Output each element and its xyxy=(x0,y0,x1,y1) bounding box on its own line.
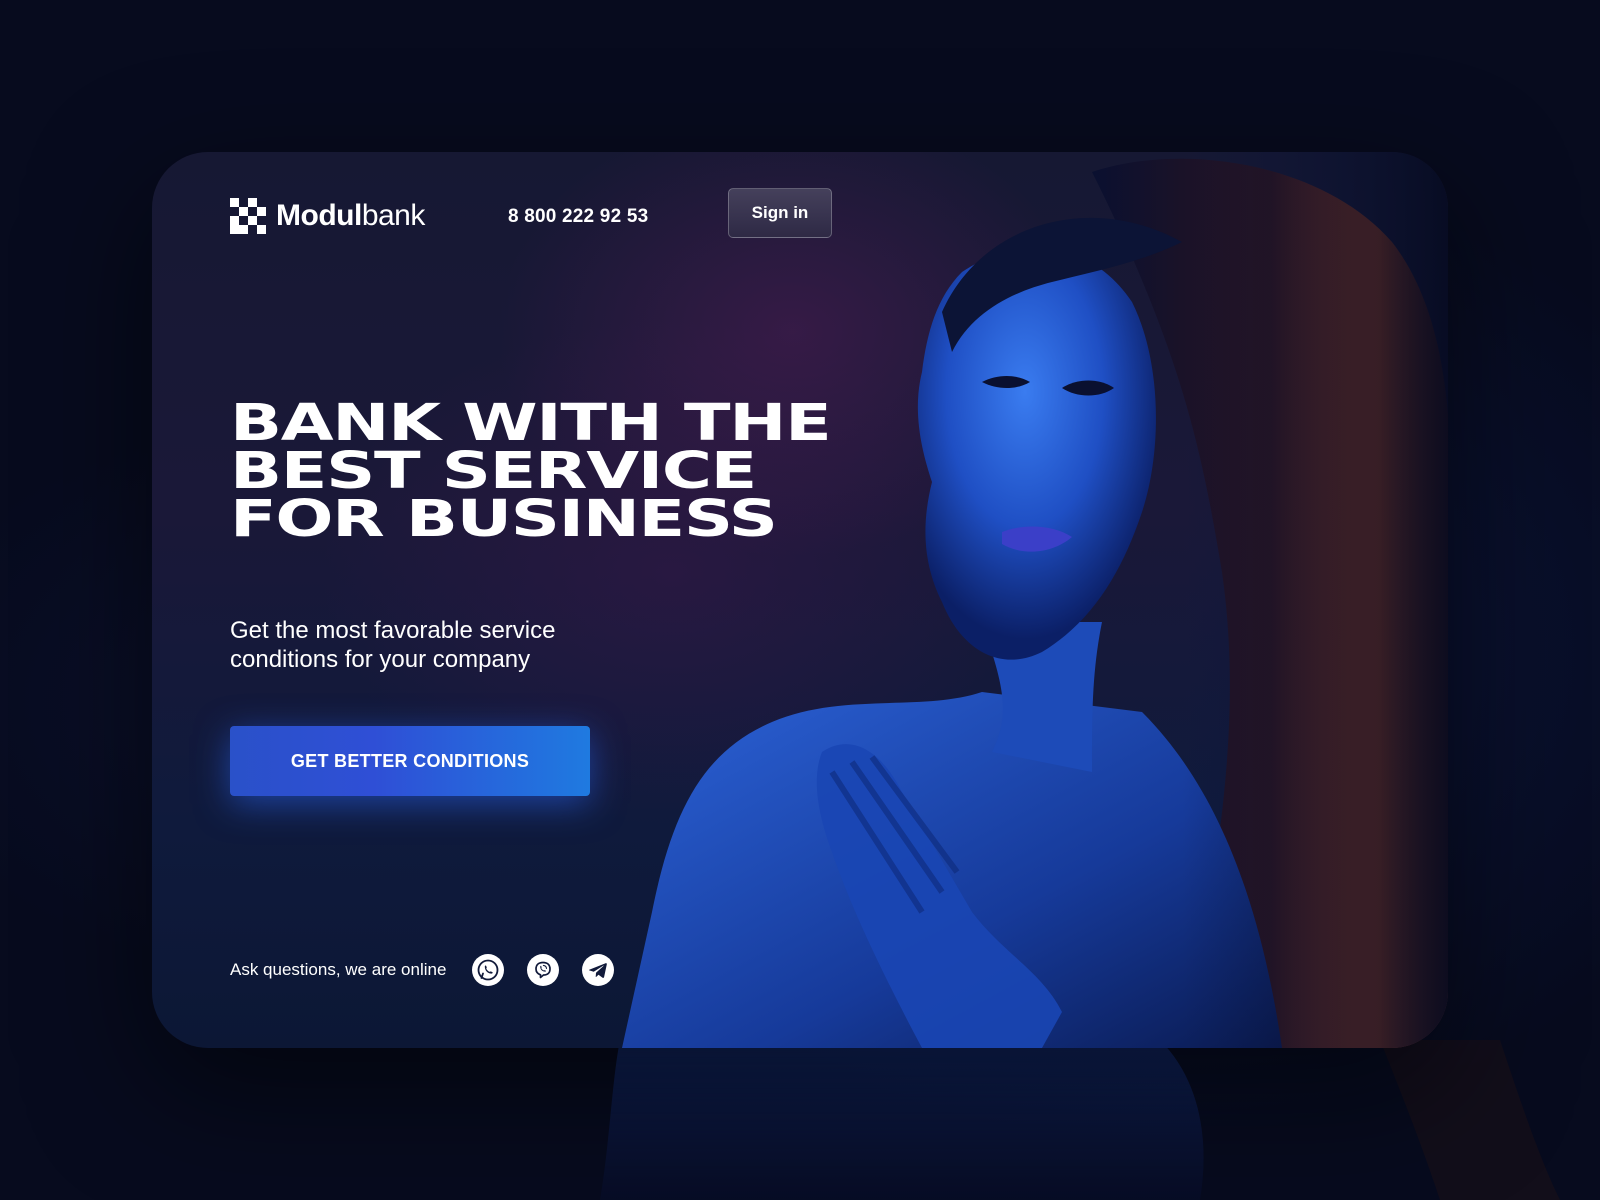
whatsapp-icon[interactable] xyxy=(472,954,505,986)
sign-in-button[interactable]: Sign in xyxy=(728,188,832,238)
telegram-icon[interactable] xyxy=(582,954,615,986)
site-header: Modulbank 8 800 222 92 53 Sign in xyxy=(230,188,850,246)
headline-line: BEST SERVICE xyxy=(230,442,757,501)
contact-label: Ask questions, we are online xyxy=(230,960,447,979)
headline-line: FOR BUSINESS xyxy=(230,490,778,549)
brand-name: Modulbank xyxy=(276,199,425,233)
subtitle-line: Get the most favorable service xyxy=(230,617,556,644)
brand-logo[interactable]: Modulbank xyxy=(230,196,425,236)
logo-mark-icon xyxy=(230,198,266,234)
portrait-image xyxy=(622,152,1448,1048)
contact-bar: Ask questions, we are online xyxy=(230,952,637,988)
phone-link[interactable]: 8 800 222 92 53 xyxy=(508,206,648,228)
get-better-conditions-button[interactable]: GET BETTER CONDITIONS xyxy=(230,726,590,796)
portrait-reflection xyxy=(600,1040,1560,1200)
hero-subtitle: Get the most favorable service condition… xyxy=(230,616,650,674)
page: Modulbank 8 800 222 92 53 Sign in BANK W… xyxy=(0,0,1600,1200)
hero-card: Modulbank 8 800 222 92 53 Sign in BANK W… xyxy=(152,152,1448,1048)
brand-name-light: bank xyxy=(361,199,426,232)
subtitle-line: conditions for your company xyxy=(230,646,531,673)
brand-name-bold: Modul xyxy=(276,199,362,232)
viber-icon[interactable] xyxy=(527,954,560,986)
headline-line: BANK WITH THE xyxy=(230,394,832,453)
hero-headline: BANK WITH THE BEST SERVICE FOR BUSINESS xyxy=(230,394,873,549)
